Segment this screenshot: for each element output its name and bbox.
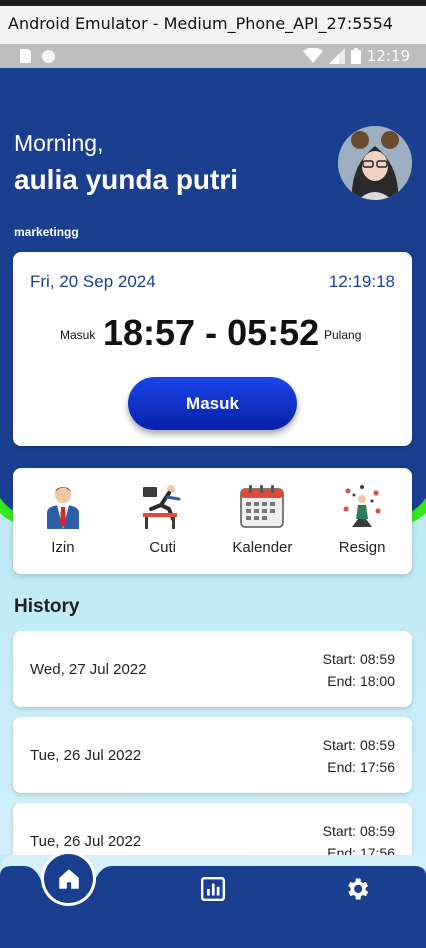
wifi-icon: [302, 48, 323, 63]
avatar[interactable]: [338, 126, 412, 200]
history-title: History: [14, 596, 80, 617]
person-leaving-icon: [343, 485, 381, 527]
menu-item-izin[interactable]: Izin: [13, 468, 113, 574]
greeting-text: Morning,: [14, 130, 104, 156]
nav-home-button[interactable]: [44, 854, 93, 903]
sd-card-icon: [20, 49, 31, 63]
history-date: Tue, 26 Jul 2022: [30, 833, 142, 850]
history-end: End: 17:56: [327, 759, 395, 775]
employee-tie-icon: [46, 487, 79, 529]
menu-label: Cuti: [149, 539, 176, 556]
signal-icon: [328, 48, 345, 64]
menu-item-resign[interactable]: Resign: [312, 468, 412, 574]
shift-schedule: 18:57 - 05:52: [103, 312, 320, 353]
user-name: aulia yunda putri: [14, 164, 239, 195]
menu-label: Izin: [51, 539, 75, 556]
gear-icon: [348, 878, 369, 900]
history-start: Start: 08:59: [322, 737, 395, 753]
history-end: End: 18:00: [327, 673, 395, 689]
history-list[interactable]: Wed, 27 Jul 2022 Start: 08:59 End: 18:00…: [0, 631, 426, 855]
check-in-button[interactable]: Masuk: [128, 377, 297, 430]
history-item[interactable]: Wed, 27 Jul 2022 Start: 08:59 End: 18:00: [13, 631, 412, 707]
history-start: Start: 08:59: [322, 823, 395, 839]
emulator-title-bar: Android Emulator - Medium_Phone_API_27:5…: [0, 0, 426, 44]
check-out-label: Pulang: [324, 328, 362, 342]
department-label: marketingg: [14, 225, 79, 239]
window-title: Android Emulator - Medium_Phone_API_27:5…: [8, 14, 393, 33]
history-date: Tue, 26 Jul 2022: [30, 747, 142, 764]
current-time: 12:19:18: [328, 272, 395, 291]
current-date: Fri, 20 Sep 2024: [30, 272, 156, 291]
battery-icon: [350, 48, 361, 64]
bar-chart-icon: [200, 876, 226, 902]
menu-item-cuti[interactable]: Cuti: [113, 468, 213, 574]
bottom-navigation: [0, 854, 426, 948]
menu-label: Resign: [338, 539, 386, 556]
app-screen: Morning, aulia yunda putri marketingg Fr…: [0, 68, 426, 948]
header-top-fill: [0, 68, 426, 88]
status-bar: 12:19: [0, 44, 426, 68]
history-start: Start: 08:59: [322, 651, 395, 667]
status-time: 12:19: [366, 47, 410, 65]
history-date: Wed, 27 Jul 2022: [30, 661, 147, 678]
hurdle-runner-icon: [142, 485, 181, 529]
nav-settings-button[interactable]: [340, 872, 374, 906]
menu-card: Izin Cuti Kalender Resign: [13, 468, 412, 574]
sync-icon: [42, 50, 55, 63]
menu-item-kalender[interactable]: Kalender: [213, 468, 313, 574]
history-item[interactable]: Tue, 26 Jul 2022 Start: 08:59 End: 17:56: [13, 717, 412, 793]
calendar-icon: [240, 485, 285, 528]
home-icon: [58, 868, 79, 889]
check-in-label: Masuk: [60, 328, 96, 342]
nav-stats-button[interactable]: [196, 872, 230, 906]
menu-label: Kalender: [232, 539, 293, 556]
attendance-card: Fri, 20 Sep 2024 12:19:18 Masuk 18:57 - …: [13, 252, 412, 446]
avatar-photo: [338, 126, 412, 200]
history-item[interactable]: Tue, 26 Jul 2022 Start: 08:59 End: 17:56: [13, 803, 412, 855]
